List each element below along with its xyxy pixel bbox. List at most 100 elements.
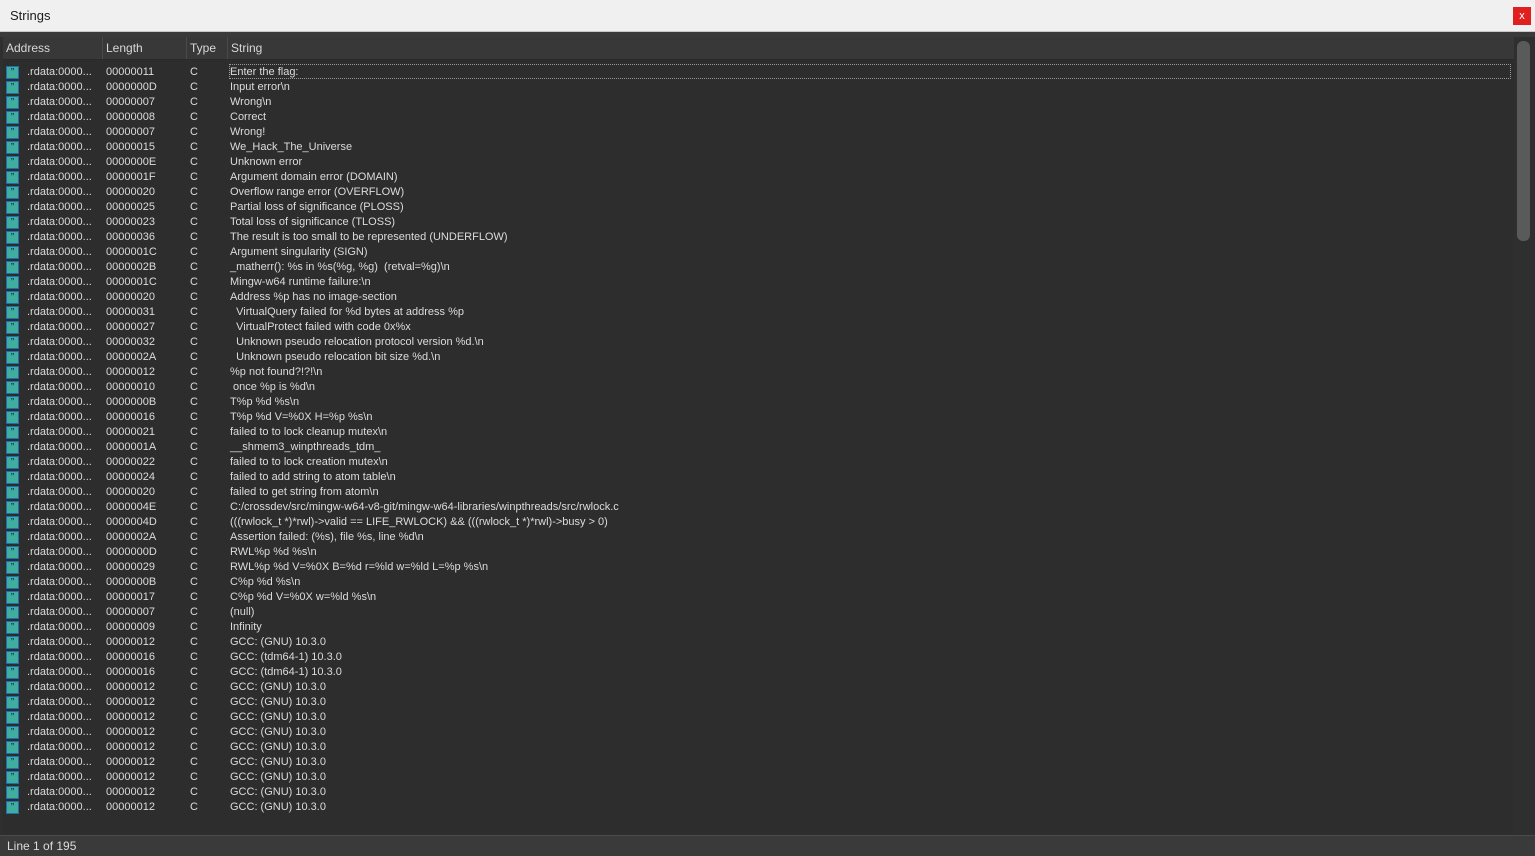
table-row[interactable]: ” .rdata:0000... 00000012 C GCC: (GNU) 10.3.… [3, 755, 1514, 770]
table-row[interactable]: ” .rdata:0000... 00000020 C Overflow range e… [3, 185, 1514, 200]
table-row[interactable]: ” .rdata:0000... 0000001A C __shmem3_winpthr… [3, 440, 1514, 455]
cell-string: GCC: (GNU) 10.3.0 [230, 786, 326, 798]
table-row[interactable]: ” .rdata:0000... 00000012 C GCC: (GNU) 10.3.… [3, 710, 1514, 725]
cell-type: C [190, 216, 198, 228]
table-row[interactable]: ” .rdata:0000... 00000010 C once %p is %d\n [3, 380, 1514, 395]
table-row[interactable]: ” .rdata:0000... 00000027 C VirtualProtect … [3, 320, 1514, 335]
column-header-type[interactable]: Type [187, 37, 228, 59]
cell-address: .rdata:0000... [27, 531, 92, 543]
cell-length: 0000001C [106, 246, 157, 258]
column-header-address[interactable]: Address [3, 37, 103, 59]
table-row[interactable]: ” .rdata:0000... 0000001C C Argument singula… [3, 245, 1514, 260]
cell-address: .rdata:0000... [27, 276, 92, 288]
table-row[interactable]: ” .rdata:0000... 00000015 C We_Hack_The_Univ… [3, 140, 1514, 155]
string-icon: ” [6, 501, 19, 514]
table-row[interactable]: ” .rdata:0000... 00000025 C Partial loss of … [3, 200, 1514, 215]
cell-length: 00000012 [106, 681, 155, 693]
table-row[interactable]: ” .rdata:0000... 00000011 C Enter the flag: [3, 64, 1514, 80]
cell-type: C [190, 276, 198, 288]
table-row[interactable]: ” .rdata:0000... 00000029 C RWL%p %d V=%0X B… [3, 560, 1514, 575]
cell-address: .rdata:0000... [27, 606, 92, 618]
table-row[interactable]: ” .rdata:0000... 00000017 C C%p %d V=%0X w=%… [3, 590, 1514, 605]
cell-string: Unknown pseudo relocation bit size %d.\n [230, 351, 441, 363]
string-icon: ” [6, 126, 19, 139]
table-row[interactable]: ” .rdata:0000... 0000004E C C:/crossdev/src/… [3, 500, 1514, 515]
table-row[interactable]: ” .rdata:0000... 00000007 C Wrong! [3, 125, 1514, 140]
cell-type: C [190, 591, 198, 603]
table-row[interactable]: ” .rdata:0000... 00000012 C GCC: (GNU) 10.3.… [3, 800, 1514, 815]
cell-length: 00000012 [106, 711, 155, 723]
string-icon: ” [6, 576, 19, 589]
table-row[interactable]: ” .rdata:0000... 00000023 C Total loss of si… [3, 215, 1514, 230]
table-row[interactable]: ” .rdata:0000... 0000000B C C%p %d %s\n [3, 575, 1514, 590]
table-row[interactable]: ” .rdata:0000... 00000032 C Unknown pseudo … [3, 335, 1514, 350]
table-row[interactable]: ” .rdata:0000... 0000000D C RWL%p %d %s\n [3, 545, 1514, 560]
table-row[interactable]: ” .rdata:0000... 0000000D C Input error\n [3, 80, 1514, 95]
cell-type: C [190, 636, 198, 648]
cell-string: Overflow range error (OVERFLOW) [230, 186, 405, 198]
string-icon: ” [6, 696, 19, 709]
table-row[interactable]: ” .rdata:0000... 00000016 C GCC: (tdm64-1) 1… [3, 650, 1514, 665]
cell-string: VirtualQuery failed for %d bytes at addr… [230, 306, 464, 318]
table-row[interactable]: ” .rdata:0000... 00000036 C The result is to… [3, 230, 1514, 245]
table-row[interactable]: ” .rdata:0000... 00000012 C GCC: (GNU) 10.3.… [3, 785, 1514, 800]
table-row[interactable]: ” .rdata:0000... 00000007 C Wrong\n [3, 95, 1514, 110]
vertical-scrollbar[interactable] [1514, 37, 1535, 834]
table-row[interactable]: ” .rdata:0000... 00000012 C %p not found?!?!… [3, 365, 1514, 380]
table-row[interactable]: ” .rdata:0000... 00000008 C Correct [3, 110, 1514, 125]
cell-type: C [190, 366, 198, 378]
cell-length: 00000024 [106, 471, 155, 483]
cell-string: GCC: (GNU) 10.3.0 [230, 636, 326, 648]
column-header-length[interactable]: Length [103, 37, 187, 59]
table-row[interactable]: ” .rdata:0000... 00000007 C (null) [3, 605, 1514, 620]
table-row[interactable]: ” .rdata:0000... 00000012 C GCC: (GNU) 10.3.… [3, 725, 1514, 740]
table-row[interactable]: ” .rdata:0000... 00000012 C GCC: (GNU) 10.3.… [3, 680, 1514, 695]
cell-address: .rdata:0000... [27, 381, 92, 393]
cell-string: failed to to lock cleanup mutex\n [230, 426, 388, 438]
cell-type: C [190, 156, 198, 168]
column-header-string[interactable]: String [228, 37, 1514, 59]
cell-address: .rdata:0000... [27, 756, 92, 768]
strings-table[interactable]: Address Length Type String ” .rdata:0000.… [3, 37, 1514, 834]
cell-type: C [190, 471, 198, 483]
string-icon: ” [6, 81, 19, 94]
table-row[interactable]: ” .rdata:0000... 00000020 Cfailed to get st… [3, 485, 1514, 500]
table-row[interactable]: ” .rdata:0000... 00000022 Cfailed to to loc… [3, 455, 1514, 470]
cell-length: 00000012 [106, 636, 155, 648]
close-button[interactable]: x [1513, 7, 1531, 25]
cell-type: C [190, 141, 198, 153]
table-row[interactable]: ” .rdata:0000... 0000000B C T%p %d %s\n [3, 395, 1514, 410]
table-row[interactable]: ” .rdata:0000... 00000024 Cfailed to add st… [3, 470, 1514, 485]
table-row[interactable]: ” .rdata:0000... 00000021 Cfailed to to loc… [3, 425, 1514, 440]
table-row[interactable]: ” .rdata:0000... 00000012 C GCC: (GNU) 10.3.… [3, 740, 1514, 755]
scrollbar-thumb[interactable] [1517, 41, 1530, 241]
cell-length: 00000007 [106, 126, 155, 138]
table-row[interactable]: ” .rdata:0000... 00000012 C GCC: (GNU) 10.3.… [3, 770, 1514, 785]
table-row[interactable]: ” .rdata:0000... 0000002A C Assertion failed… [3, 530, 1514, 545]
cell-string: GCC: (GNU) 10.3.0 [230, 726, 326, 738]
table-row[interactable]: ” .rdata:0000... 0000002B C _matherr(): %s i… [3, 260, 1514, 275]
string-icon: ” [6, 276, 19, 289]
table-row[interactable]: ” .rdata:0000... 00000012 C GCC: (GNU) 10.3.… [3, 695, 1514, 710]
table-row[interactable]: ” .rdata:0000... 00000012 C GCC: (GNU) 10.3.… [3, 635, 1514, 650]
table-row[interactable]: ” .rdata:0000... 0000002A C Unknown pseudo … [3, 350, 1514, 365]
table-row[interactable]: ” .rdata:0000... 00000020 C Address %p has n… [3, 290, 1514, 305]
cell-length: 00000032 [106, 336, 155, 348]
cell-length: 00000029 [106, 561, 155, 573]
table-row[interactable]: ” .rdata:0000... 0000001C C Mingw-w64 runtim… [3, 275, 1514, 290]
table-row[interactable]: ” .rdata:0000... 00000009 C Infinity [3, 620, 1514, 635]
cell-address: .rdata:0000... [27, 141, 92, 153]
table-row[interactable]: ” .rdata:0000... 00000016 C GCC: (tdm64-1) 1… [3, 665, 1514, 680]
string-icon: ” [6, 516, 19, 529]
table-row[interactable]: ” .rdata:0000... 0000004D C (((rwlock_t *)*r… [3, 515, 1514, 530]
table-row[interactable]: ” .rdata:0000... 00000031 C VirtualQuery fa… [3, 305, 1514, 320]
cell-length: 00000016 [106, 666, 155, 678]
table-row[interactable]: ” .rdata:0000... 0000001F C Argument domain … [3, 170, 1514, 185]
strings-window: Strings x Address Length Type String ” .r… [0, 0, 1535, 856]
cell-string: RWL%p %d V=%0X B=%d r=%ld w=%ld L=%p %s\… [230, 561, 489, 573]
table-row[interactable]: ” .rdata:0000... 00000016 C T%p %d V=%0X H=%… [3, 410, 1514, 425]
cell-address: .rdata:0000... [27, 246, 92, 258]
cell-address: .rdata:0000... [27, 231, 92, 243]
table-row[interactable]: ” .rdata:0000... 0000000E C Unknown error [3, 155, 1514, 170]
string-icon: ” [6, 456, 19, 469]
